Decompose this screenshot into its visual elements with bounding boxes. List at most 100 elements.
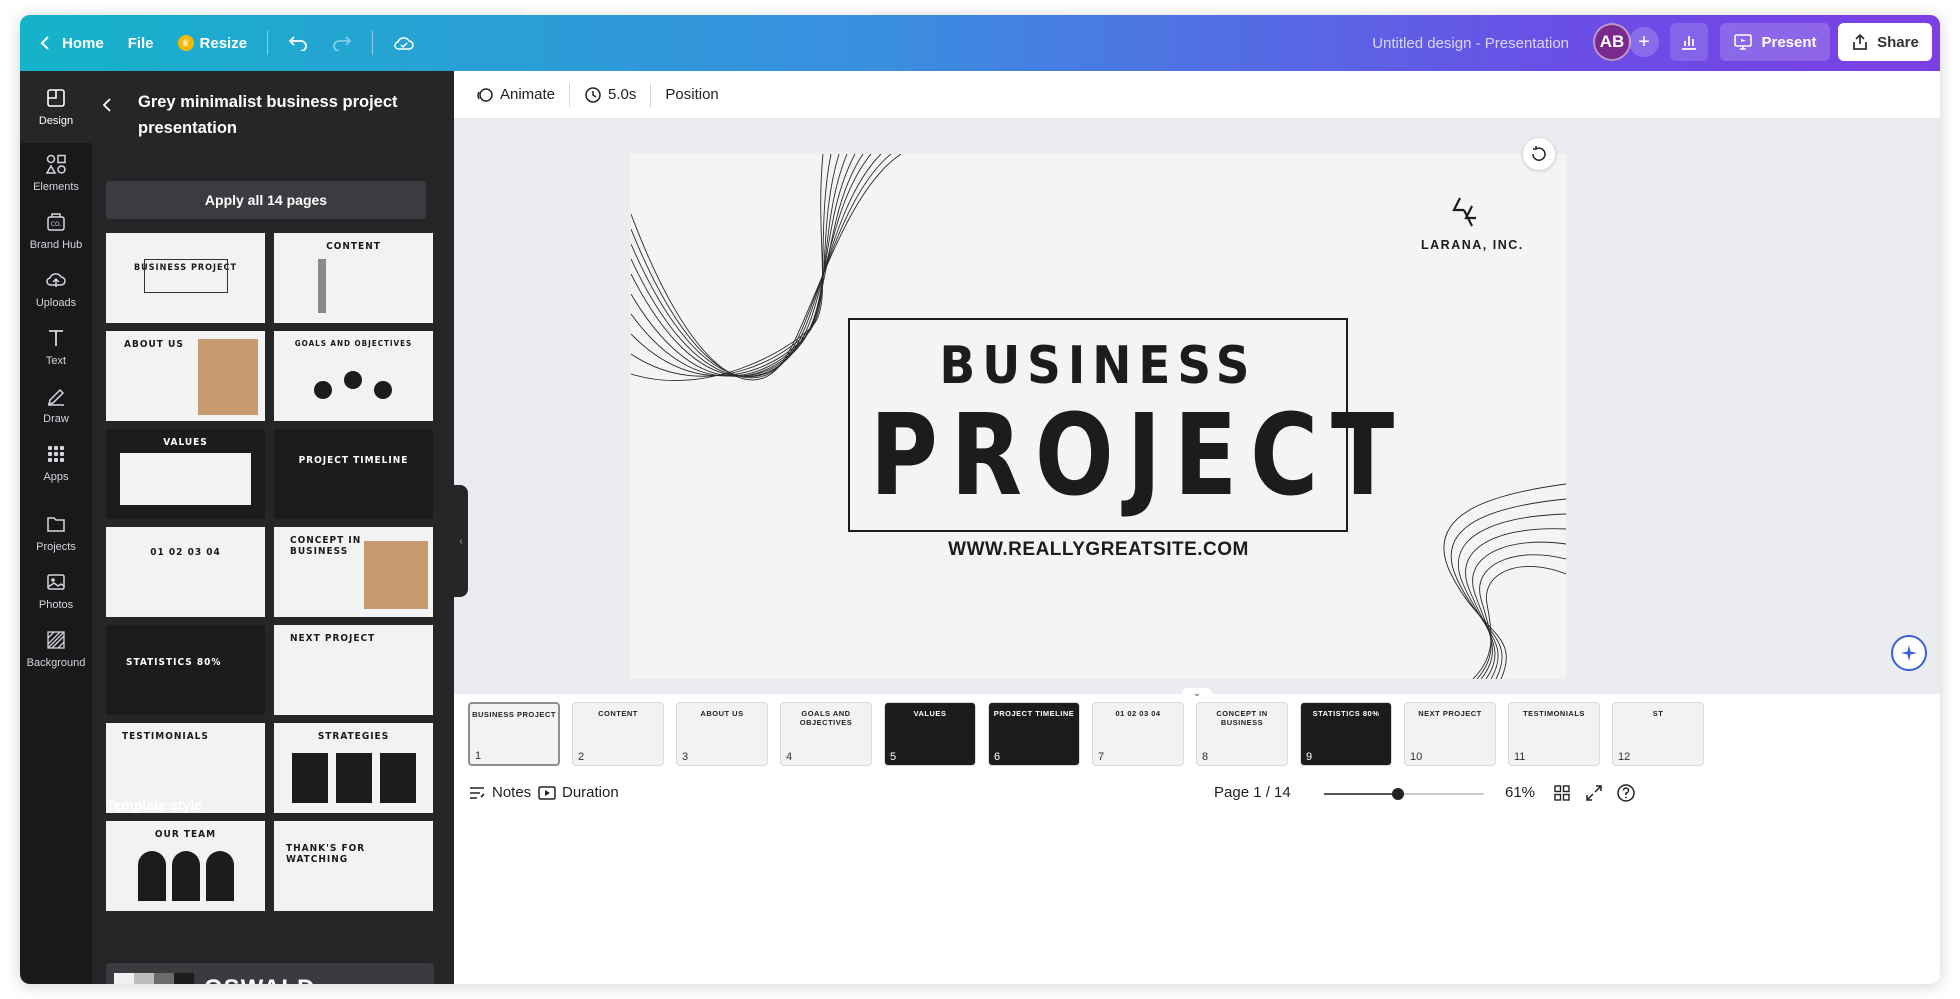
slide-title[interactable]: PROJECT — [870, 396, 1394, 516]
undo-button[interactable] — [276, 23, 320, 63]
filmstrip-slide-title: 01 02 03 04 — [1115, 709, 1161, 718]
swatch — [134, 973, 154, 984]
save-status-button[interactable] — [381, 23, 427, 63]
rail-item-photos[interactable]: Photos — [20, 561, 92, 621]
thumbnail-card — [120, 453, 251, 505]
zoom-slider-handle[interactable] — [1392, 788, 1404, 800]
template-title: Grey minimalist business project present… — [138, 93, 398, 137]
template-page-thumbnail[interactable]: CONTENT — [274, 233, 433, 323]
divider — [569, 82, 571, 107]
filmstrip-slide[interactable]: ABOUT US 3 — [676, 702, 768, 766]
filmstrip-slide[interactable]: ST 12 — [1612, 702, 1704, 766]
rail-item-label: Projects — [36, 541, 76, 553]
filmstrip-slide[interactable]: CONTENT 2 — [572, 702, 664, 766]
filmstrip-slide[interactable]: GOALS AND OBJECTIVES 4 — [780, 702, 872, 766]
template-page-thumbnail[interactable]: GOALS AND OBJECTIVES — [274, 331, 433, 421]
present-button[interactable]: Present — [1720, 23, 1830, 61]
slide-url-text[interactable]: WWW.REALLYGREATSITE.COM — [631, 539, 1566, 561]
clock-icon — [585, 86, 601, 103]
thumbnail-title: 01 02 03 04 — [150, 547, 221, 558]
share-button[interactable]: Share — [1838, 23, 1932, 61]
page-indicator[interactable]: Page 1 / 14 — [1214, 784, 1291, 801]
rail-item-design[interactable]: Design — [20, 71, 92, 143]
filmstrip-slide[interactable]: STATISTICS 80% 9 — [1300, 702, 1392, 766]
photo-icon — [47, 574, 65, 590]
add-collaborator-button[interactable]: + — [1629, 27, 1659, 57]
design-title[interactable]: Untitled design - Presentation — [1372, 35, 1569, 52]
rail-item-draw[interactable]: Draw — [20, 375, 92, 435]
expand-icon — [1586, 785, 1602, 801]
file-menu[interactable]: File — [116, 23, 166, 63]
template-page-thumbnail[interactable]: NEXT PROJECT — [274, 625, 433, 715]
resize-button[interactable]: ♛ Resize — [166, 23, 260, 63]
page-filmstrip: ⌄ BUSINESS PROJECT 1 CONTENT 2 ABOUT US 3 GOAL… — [454, 688, 1940, 774]
filmstrip-slide-title: BUSINESS PROJECT — [472, 710, 556, 719]
filmstrip-collapse-handle[interactable]: ⌄ — [1182, 688, 1212, 700]
rail-item-elements[interactable]: Elements — [20, 143, 92, 203]
panel-collapse-tab[interactable]: ‹ — [454, 485, 468, 597]
avatar[interactable]: AB — [1593, 23, 1631, 61]
template-page-thumbnail[interactable]: STRATEGIES — [274, 723, 433, 813]
filmstrip-slide[interactable]: BUSINESS PROJECT 1 — [468, 702, 560, 766]
duration-button[interactable]: Duration — [538, 784, 619, 801]
fullscreen-button[interactable] — [1584, 783, 1604, 807]
template-page-thumbnail[interactable]: STATISTICS 80% — [106, 625, 265, 715]
insights-button[interactable] — [1670, 23, 1708, 61]
filmstrip-slide-title: PROJECT TIMELINE — [993, 709, 1075, 718]
grid-view-button[interactable] — [1552, 783, 1572, 807]
slide-canvas[interactable]: LARANA, INC. BUSINESS PROJECT WWW.REALLY… — [631, 154, 1566, 679]
help-button[interactable] — [1616, 783, 1636, 807]
template-page-thumbnail[interactable]: THANK'S FOR WATCHING — [274, 821, 433, 911]
filmstrip-slide[interactable]: TESTIMONIALS 11 — [1508, 702, 1600, 766]
template-page-thumbnail[interactable]: 01 02 03 04 — [106, 527, 265, 617]
rail-item-uploads[interactable]: Uploads — [20, 259, 92, 319]
upload-cloud-icon — [46, 273, 66, 287]
filmstrip-slide[interactable]: CONCEPT IN BUSINESS 8 — [1196, 702, 1288, 766]
share-icon — [1853, 33, 1868, 50]
rail-item-label: Elements — [33, 181, 79, 193]
back-button[interactable] — [102, 97, 112, 118]
swatch — [114, 973, 134, 984]
template-page-thumbnail[interactable]: ABOUT US — [106, 331, 265, 421]
refresh-comment-icon — [1532, 146, 1546, 161]
thumbnail-title: VALUES — [163, 437, 208, 448]
template-page-thumbnail[interactable]: OUR TEAM — [106, 821, 265, 911]
notes-button[interactable]: Notes — [468, 784, 531, 801]
bar-chart-icon — [1682, 36, 1696, 50]
redo-button[interactable] — [320, 23, 364, 63]
resize-label: Resize — [199, 34, 248, 52]
canvas-refresh-button[interactable] — [1523, 138, 1555, 170]
sparkle-icon — [1901, 645, 1917, 661]
filmstrip-slide-number: 1 — [475, 750, 482, 762]
magic-assistant-button[interactable] — [1891, 635, 1927, 671]
filmstrip-slide[interactable]: PROJECT TIMELINE 6 — [988, 702, 1080, 766]
rail-item-brand-hub[interactable]: CO. Brand Hub — [20, 201, 92, 261]
design-icon — [47, 89, 65, 107]
animate-button[interactable]: Animate — [468, 78, 563, 112]
filmstrip-slide[interactable]: VALUES 5 — [884, 702, 976, 766]
file-label: File — [127, 34, 154, 52]
rail-item-label: Draw — [43, 413, 69, 425]
share-label: Share — [1877, 33, 1919, 51]
filmstrip-slide[interactable]: 01 02 03 04 7 — [1092, 702, 1184, 766]
rail-item-background[interactable]: Background — [20, 619, 92, 679]
apply-all-pages-button[interactable]: Apply all 14 pages — [106, 181, 426, 219]
rail-item-text[interactable]: Text — [20, 317, 92, 377]
canvas-area: Animate 5.0s Position LARANA, INC. BUSIN… — [454, 71, 1940, 984]
template-page-thumbnail[interactable]: BUSINESS PROJECT — [106, 233, 265, 323]
template-page-thumbnail[interactable]: VALUES — [106, 429, 265, 519]
rail-item-projects[interactable]: Projects — [20, 503, 92, 563]
timing-button[interactable]: 5.0s — [576, 78, 644, 112]
template-page-thumbnail[interactable]: CONCEPT IN BUSINESS — [274, 527, 433, 617]
home-button[interactable]: Home — [28, 23, 116, 63]
filmstrip-slide[interactable]: NEXT PROJECT 10 — [1404, 702, 1496, 766]
style-preview-card[interactable]: OSWALD — [106, 963, 434, 984]
background-icon — [47, 631, 65, 649]
thumbnail-title: TESTIMONIALS — [122, 731, 209, 742]
rail-item-apps[interactable]: Apps — [20, 433, 92, 493]
position-button[interactable]: Position — [657, 78, 726, 112]
template-page-thumbnail[interactable]: PROJECT TIMELINE — [274, 429, 433, 519]
slide-subtitle[interactable]: BUSINESS — [850, 336, 1346, 396]
chevron-left-icon — [102, 98, 111, 112]
zoom-level[interactable]: 61% — [1505, 784, 1535, 801]
